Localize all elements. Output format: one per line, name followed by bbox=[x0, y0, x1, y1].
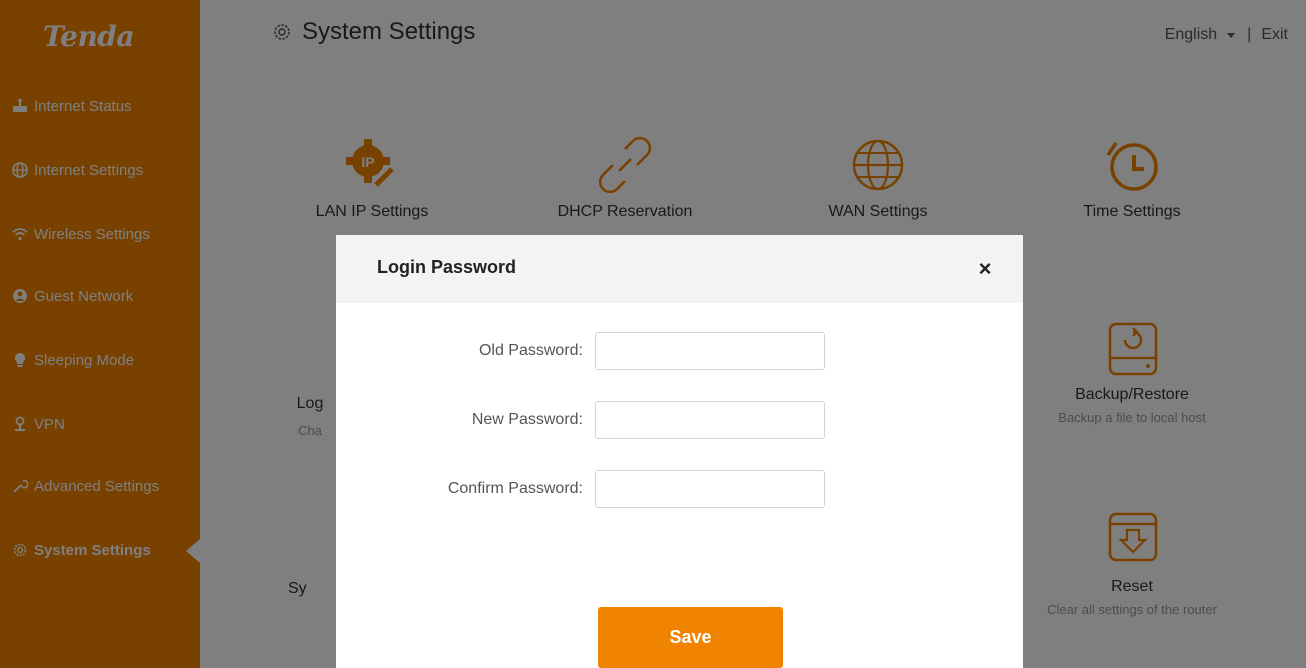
old-password-row: Old Password: bbox=[336, 332, 1023, 372]
new-password-row: New Password: bbox=[336, 401, 1023, 441]
old-password-label: Old Password: bbox=[478, 342, 583, 359]
confirm-password-field[interactable] bbox=[595, 470, 825, 508]
save-button[interactable]: Save bbox=[598, 607, 783, 668]
confirm-password-label: Confirm Password: bbox=[447, 480, 583, 497]
login-password-dialog: Login Password × Old Password: New Passw… bbox=[336, 235, 1023, 668]
confirm-password-row: Confirm Password: bbox=[336, 470, 1023, 510]
new-password-label: New Password: bbox=[471, 411, 583, 428]
dialog-title: Login Password bbox=[377, 257, 517, 277]
old-password-field[interactable] bbox=[595, 332, 825, 370]
new-password-field[interactable] bbox=[595, 401, 825, 439]
close-icon[interactable]: × bbox=[973, 257, 997, 281]
dialog-header: Login Password × bbox=[336, 235, 1023, 303]
